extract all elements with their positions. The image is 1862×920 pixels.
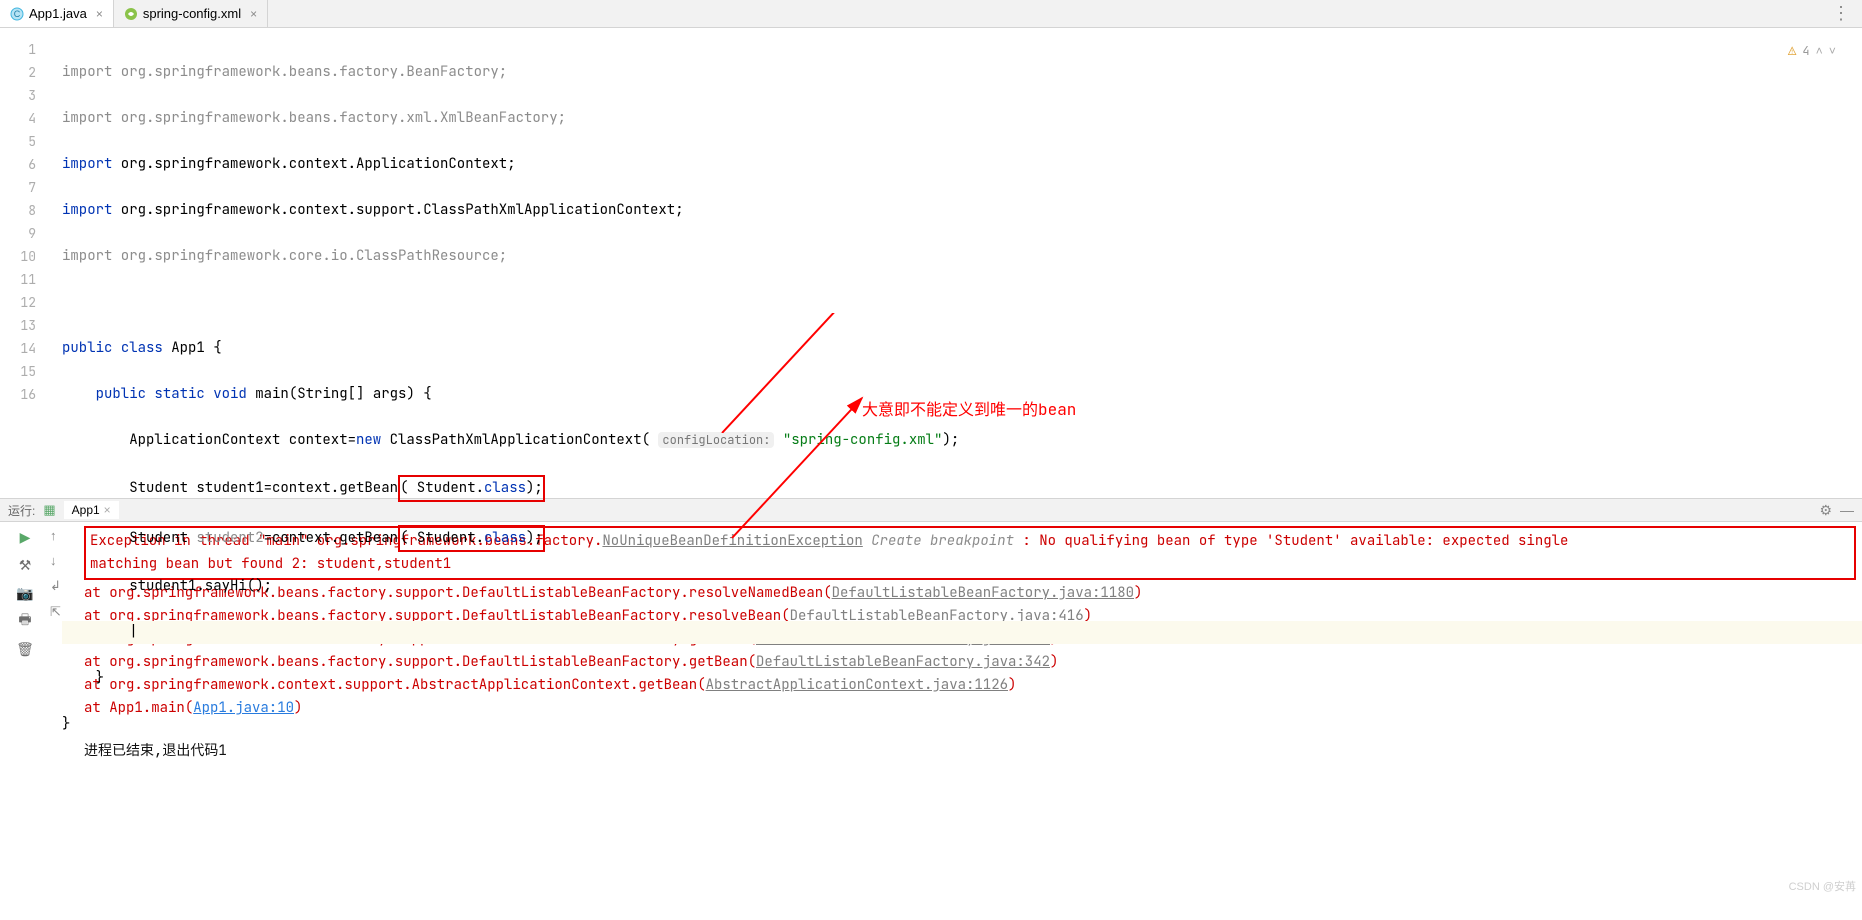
- line-number: 1: [0, 38, 36, 61]
- line-number: 8: [0, 199, 36, 222]
- code-editor: 1 2 3 4 5 6 7 8 9 10 11 12 13 14 15 16 i…: [0, 28, 1862, 498]
- code-line: import org.springframework.core.io.Class…: [62, 245, 1862, 268]
- tab-spring-config-xml[interactable]: spring-config.xml ×: [114, 0, 268, 27]
- tool-icon[interactable]: ⚒: [16, 556, 34, 574]
- close-icon[interactable]: ×: [250, 7, 257, 21]
- highlight-box: ( Student.class);: [398, 525, 545, 552]
- print-icon[interactable]: 🖶: [16, 612, 34, 630]
- annotation-arrow: [542, 313, 862, 433]
- editor-tabs-bar: C App1.java × spring-config.xml × ⋮: [0, 0, 1862, 28]
- rerun-icon[interactable]: ▶: [16, 528, 34, 546]
- line-number: 9: [0, 222, 36, 245]
- code-line: Student student2=context.getBean( Studen…: [62, 525, 1862, 552]
- line-number: 2: [0, 61, 36, 84]
- line-number: 14: [0, 337, 36, 360]
- code-line: student1.sayHi();: [62, 575, 1862, 598]
- tab-app1-java[interactable]: C App1.java ×: [0, 0, 114, 27]
- highlight-box: ( Student.class);: [398, 475, 545, 502]
- annotation-arrow: [662, 388, 882, 548]
- close-icon[interactable]: ×: [96, 7, 103, 21]
- line-number: 15: [0, 360, 36, 383]
- code-line: import org.springframework.beans.factory…: [62, 107, 1862, 130]
- more-menu-icon[interactable]: ⋮: [1822, 3, 1862, 24]
- annotation-text: 大意即不能定义到唯一的bean: [862, 398, 1076, 421]
- parameter-hint: configLocation:: [658, 432, 774, 448]
- line-number: 13: [0, 314, 36, 337]
- code-line: [62, 291, 1862, 314]
- code-line: import org.springframework.context.suppo…: [62, 199, 1862, 222]
- line-number: 5: [0, 130, 36, 153]
- spring-xml-icon: [124, 7, 138, 21]
- code-content[interactable]: import org.springframework.beans.factory…: [42, 28, 1862, 498]
- line-number: 10: [0, 245, 36, 268]
- line-number: 12: [0, 291, 36, 314]
- run-config-icon: ▦: [43, 502, 55, 518]
- watermark: CSDN @安苒: [1789, 878, 1856, 894]
- warning-count: 4: [1802, 40, 1809, 63]
- java-class-icon: C: [10, 7, 24, 21]
- code-line: import org.springframework.context.Appli…: [62, 153, 1862, 176]
- code-line: }: [62, 667, 1862, 690]
- line-number: 3: [0, 84, 36, 107]
- code-line: import org.springframework.beans.factory…: [62, 61, 1862, 84]
- line-number: 6: [0, 153, 36, 176]
- run-label: 运行:: [8, 502, 35, 519]
- line-number-gutter: 1 2 3 4 5 6 7 8 9 10 11 12 13 14 15 16: [0, 28, 42, 498]
- warning-icon: ⚠: [1788, 40, 1796, 63]
- code-line: public class App1 {: [62, 337, 1862, 360]
- code-line: }: [62, 713, 1862, 736]
- code-line-cursor: |: [62, 621, 1862, 644]
- code-line: Student student1=context.getBean( Studen…: [62, 475, 1862, 502]
- line-number: 11: [0, 268, 36, 291]
- camera-icon[interactable]: 📷: [16, 584, 34, 602]
- svg-text:C: C: [14, 9, 21, 19]
- code-line: ApplicationContext context=new ClassPath…: [62, 429, 1862, 452]
- run-toolbar-left: ▶ ⚒ 📷 🖶 🗑: [0, 522, 50, 898]
- line-number: 4: [0, 107, 36, 130]
- tab-label: App1.java: [29, 6, 87, 21]
- line-number: 7: [0, 176, 36, 199]
- tab-label: spring-config.xml: [143, 6, 241, 21]
- chevron-up-icon[interactable]: ˄: [1816, 40, 1823, 63]
- chevron-down-icon[interactable]: ˅: [1829, 40, 1836, 63]
- trash-icon[interactable]: 🗑: [16, 640, 34, 658]
- inspection-badge[interactable]: ⚠ 4 ˄ ˅: [1788, 40, 1836, 63]
- line-number: 16: [0, 383, 36, 406]
